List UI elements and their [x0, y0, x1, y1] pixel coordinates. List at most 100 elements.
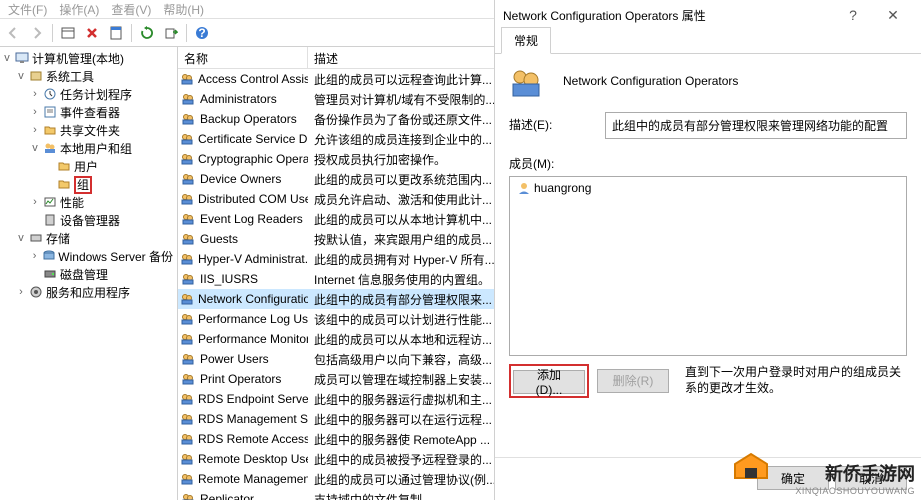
row-name: Guests	[200, 232, 238, 246]
tree-label: 本地用户和组	[60, 140, 132, 157]
group-icon	[180, 491, 196, 500]
group-icon	[180, 311, 194, 327]
nav-tree: v 计算机管理(本地) v系统工具›任务计划程序›事件查看器›共享文件夹v本地用…	[0, 47, 178, 500]
tree-icon	[42, 212, 58, 228]
tree-item[interactable]: 用户	[0, 157, 177, 175]
delete-icon[interactable]	[81, 22, 103, 44]
tree-icon	[56, 176, 72, 192]
group-icon	[180, 131, 194, 147]
tree-item[interactable]: ›性能	[0, 193, 177, 211]
group-heading: Network Configuration Operators	[563, 66, 738, 88]
group-icon	[180, 451, 194, 467]
group-icon	[180, 471, 194, 487]
tree-icon	[42, 122, 58, 138]
separator	[52, 24, 53, 42]
export-icon[interactable]	[160, 22, 182, 44]
group-icon	[180, 271, 196, 287]
group-icon	[180, 291, 194, 307]
tree-item[interactable]: 磁盘管理	[0, 265, 177, 283]
row-name: Hyper-V Administrat...	[198, 252, 308, 266]
member-item[interactable]: huangrong	[512, 179, 904, 197]
dialog-titlebar: Network Configuration Operators 属性 ? ✕	[495, 0, 921, 30]
separator	[186, 24, 187, 42]
member-name: huangrong	[534, 181, 591, 195]
row-name: Network Configuratio...	[198, 292, 308, 306]
tree-item[interactable]: 设备管理器	[0, 211, 177, 229]
help-icon[interactable]: ?	[833, 7, 873, 23]
row-name: IIS_IUSRS	[200, 272, 258, 286]
add-highlight: 添加(D)...	[509, 364, 589, 398]
row-name: Performance Log Users	[198, 312, 308, 326]
tree-icon	[28, 284, 44, 300]
tree-item[interactable]: ›任务计划程序	[0, 85, 177, 103]
row-name: Power Users	[200, 352, 269, 366]
row-name: Performance Monitor...	[198, 332, 308, 346]
back-icon	[2, 22, 24, 44]
row-name: RDS Management Se...	[198, 412, 308, 426]
add-button[interactable]: 添加(D)...	[513, 370, 585, 394]
desc-label: 描述(E):	[509, 112, 605, 133]
tree-icon	[42, 194, 58, 210]
tree-icon	[56, 158, 72, 174]
row-name: Print Operators	[200, 372, 281, 386]
tree-label: 性能	[60, 194, 84, 211]
tree-icon	[42, 140, 58, 156]
group-icon	[180, 331, 194, 347]
menubar-help[interactable]: 帮助(H)	[159, 0, 208, 19]
row-name: RDS Remote Access ...	[198, 432, 308, 446]
col-name[interactable]: 名称	[178, 47, 308, 68]
group-icon	[180, 231, 196, 247]
action-icon[interactable]	[57, 22, 79, 44]
tree-label: 事件查看器	[60, 104, 120, 121]
svg-text:?: ?	[198, 26, 205, 40]
properties-dialog: Network Configuration Operators 属性 ? ✕ 常…	[494, 0, 921, 500]
tree-item[interactable]: 组	[0, 175, 177, 193]
tree-icon	[41, 248, 56, 264]
group-icon	[509, 66, 543, 100]
tree-item[interactable]: ›Windows Server 备份	[0, 247, 177, 265]
desc-field[interactable]: 此组中的成员有部分管理权限来管理网络功能的配置	[605, 112, 907, 139]
group-icon	[180, 171, 196, 187]
separator	[131, 24, 132, 42]
tree-item[interactable]: ›服务和应用程序	[0, 283, 177, 301]
menubar-action[interactable]: 操作(A)	[55, 0, 103, 19]
refresh-icon[interactable]	[136, 22, 158, 44]
row-name: Remote Desktop Users	[198, 452, 308, 466]
menubar-view[interactable]: 查看(V)	[107, 0, 155, 19]
tree-root-label: 计算机管理(本地)	[32, 50, 124, 67]
members-listbox[interactable]: huangrong	[509, 176, 907, 356]
tree-item[interactable]: ›事件查看器	[0, 103, 177, 121]
tree-label: 存储	[46, 230, 70, 247]
close-icon[interactable]: ✕	[873, 7, 913, 24]
tree-root[interactable]: v 计算机管理(本地)	[0, 49, 177, 67]
row-name: Cryptographic Operat...	[198, 152, 308, 166]
tree-label: 用户	[74, 158, 98, 175]
row-name: Event Log Readers	[200, 212, 303, 226]
tree-item[interactable]: v系统工具	[0, 67, 177, 85]
dialog-title: Network Configuration Operators 属性	[503, 7, 833, 24]
members-label: 成员(M):	[509, 151, 605, 172]
tree-item[interactable]: v本地用户和组	[0, 139, 177, 157]
watermark-pinyin: XINQIAOSHOUYOUWANG	[795, 486, 915, 496]
tree-label: 任务计划程序	[60, 86, 132, 103]
note-text: 直到下一次用户登录时对用户的组成员关系的更改才生效。	[685, 365, 907, 396]
forward-icon	[26, 22, 48, 44]
tree-label: Windows Server 备份	[58, 248, 173, 265]
group-icon	[180, 411, 194, 427]
menubar-file[interactable]: 文件(F)	[4, 0, 51, 19]
tree-icon	[42, 266, 58, 282]
tree-icon	[42, 104, 58, 120]
tree-item[interactable]: ›共享文件夹	[0, 121, 177, 139]
help-icon[interactable]: ?	[191, 22, 213, 44]
properties-icon[interactable]	[105, 22, 127, 44]
tree-icon	[28, 68, 44, 84]
tab-general[interactable]: 常规	[501, 27, 551, 54]
watermark-text: 新侨手游网	[795, 460, 915, 486]
group-icon	[180, 71, 194, 87]
remove-button: 删除(R)	[597, 369, 669, 393]
group-icon	[180, 431, 194, 447]
group-icon	[180, 191, 194, 207]
tree-label: 共享文件夹	[60, 122, 120, 139]
tree-item[interactable]: v存储	[0, 229, 177, 247]
group-icon	[180, 251, 194, 267]
